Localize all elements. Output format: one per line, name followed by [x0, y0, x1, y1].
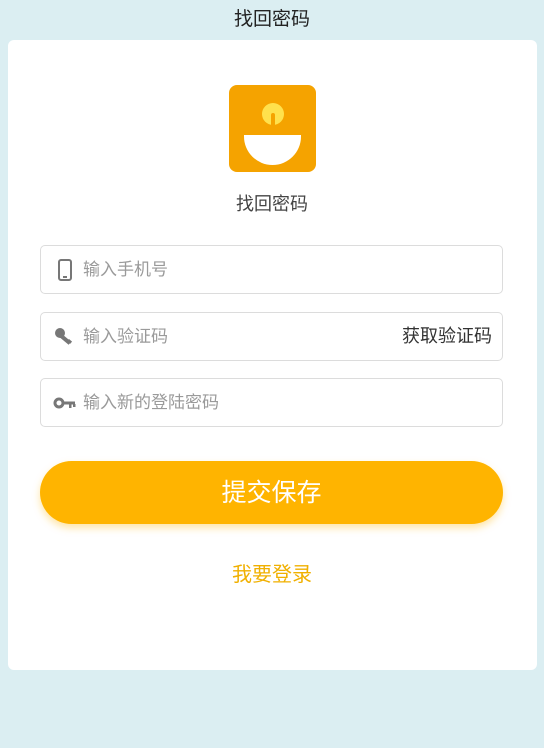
page-title: 找回密码 — [233, 8, 310, 30]
password-key-icon — [53, 397, 76, 409]
password-input[interactable] — [83, 379, 483, 426]
app-logo — [229, 85, 316, 172]
bulb-stem — [271, 113, 275, 127]
code-input[interactable] — [83, 313, 383, 360]
smile-shape — [244, 135, 301, 165]
password-field[interactable] — [40, 378, 503, 427]
phone-icon — [58, 259, 72, 281]
phone-field[interactable] — [40, 245, 503, 294]
logo-label: 找回密码 — [236, 194, 308, 215]
phone-input[interactable] — [83, 246, 483, 293]
key-icon — [55, 328, 73, 345]
submit-button[interactable]: 提交保存 — [40, 461, 503, 524]
get-code-button[interactable]: 获取验证码 — [402, 313, 492, 360]
code-field[interactable]: 获取验证码 — [40, 312, 503, 361]
login-link[interactable]: 我要登录 — [0, 558, 544, 587]
